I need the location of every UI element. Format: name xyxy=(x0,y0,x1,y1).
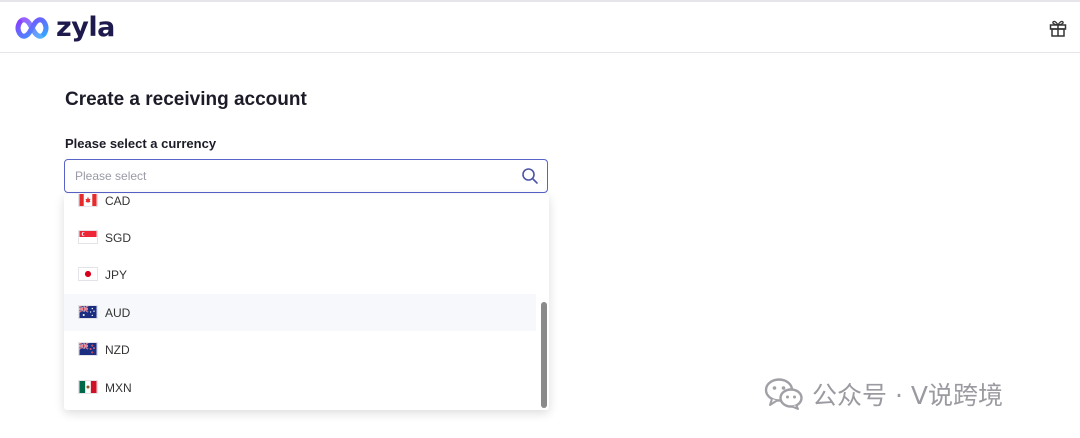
watermark: 公众号 · V说跨境 xyxy=(764,376,1003,412)
gift-icon[interactable] xyxy=(1048,18,1068,38)
zyla-logo-icon xyxy=(15,17,49,39)
option-aud[interactable]: AUD xyxy=(64,294,536,331)
currency-dropdown[interactable]: CAD SGD JPY AUD NZD MXN xyxy=(64,194,549,410)
wechat-icon xyxy=(764,378,803,410)
option-code: MXN xyxy=(105,380,132,395)
brand-name: zyla xyxy=(56,12,115,43)
new-zealand-flag-icon xyxy=(78,342,98,356)
top-bar: zyla xyxy=(0,0,1080,53)
currency-search-input[interactable] xyxy=(75,160,515,191)
search-icon[interactable] xyxy=(521,167,539,185)
option-jpy[interactable]: JPY xyxy=(64,256,536,293)
option-code: CAD xyxy=(105,194,131,208)
watermark-text: 公众号 · V说跨境 xyxy=(812,381,1003,410)
option-mxn[interactable]: MXN xyxy=(64,369,536,406)
option-code: JPY xyxy=(105,267,128,282)
option-sgd[interactable]: SGD xyxy=(64,219,536,256)
scrollbar-thumb[interactable] xyxy=(541,302,547,408)
currency-field-label: Please select a currency xyxy=(65,136,217,151)
australia-flag-icon xyxy=(78,305,98,319)
option-code: AUD xyxy=(105,305,131,320)
singapore-flag-icon xyxy=(78,230,98,244)
currency-select[interactable] xyxy=(64,159,548,193)
mexico-flag-icon xyxy=(78,380,98,394)
canada-flag-icon xyxy=(78,194,98,207)
page-title: Create a receiving account xyxy=(65,89,307,110)
dropdown-scrollbar[interactable] xyxy=(539,194,549,410)
option-nzd[interactable]: NZD xyxy=(64,331,536,368)
option-code: NZD xyxy=(105,342,130,357)
japan-flag-icon xyxy=(78,267,98,281)
option-code: SGD xyxy=(105,230,132,245)
option-cad[interactable]: CAD xyxy=(64,194,536,219)
zyla-logo[interactable]: zyla xyxy=(14,12,115,44)
